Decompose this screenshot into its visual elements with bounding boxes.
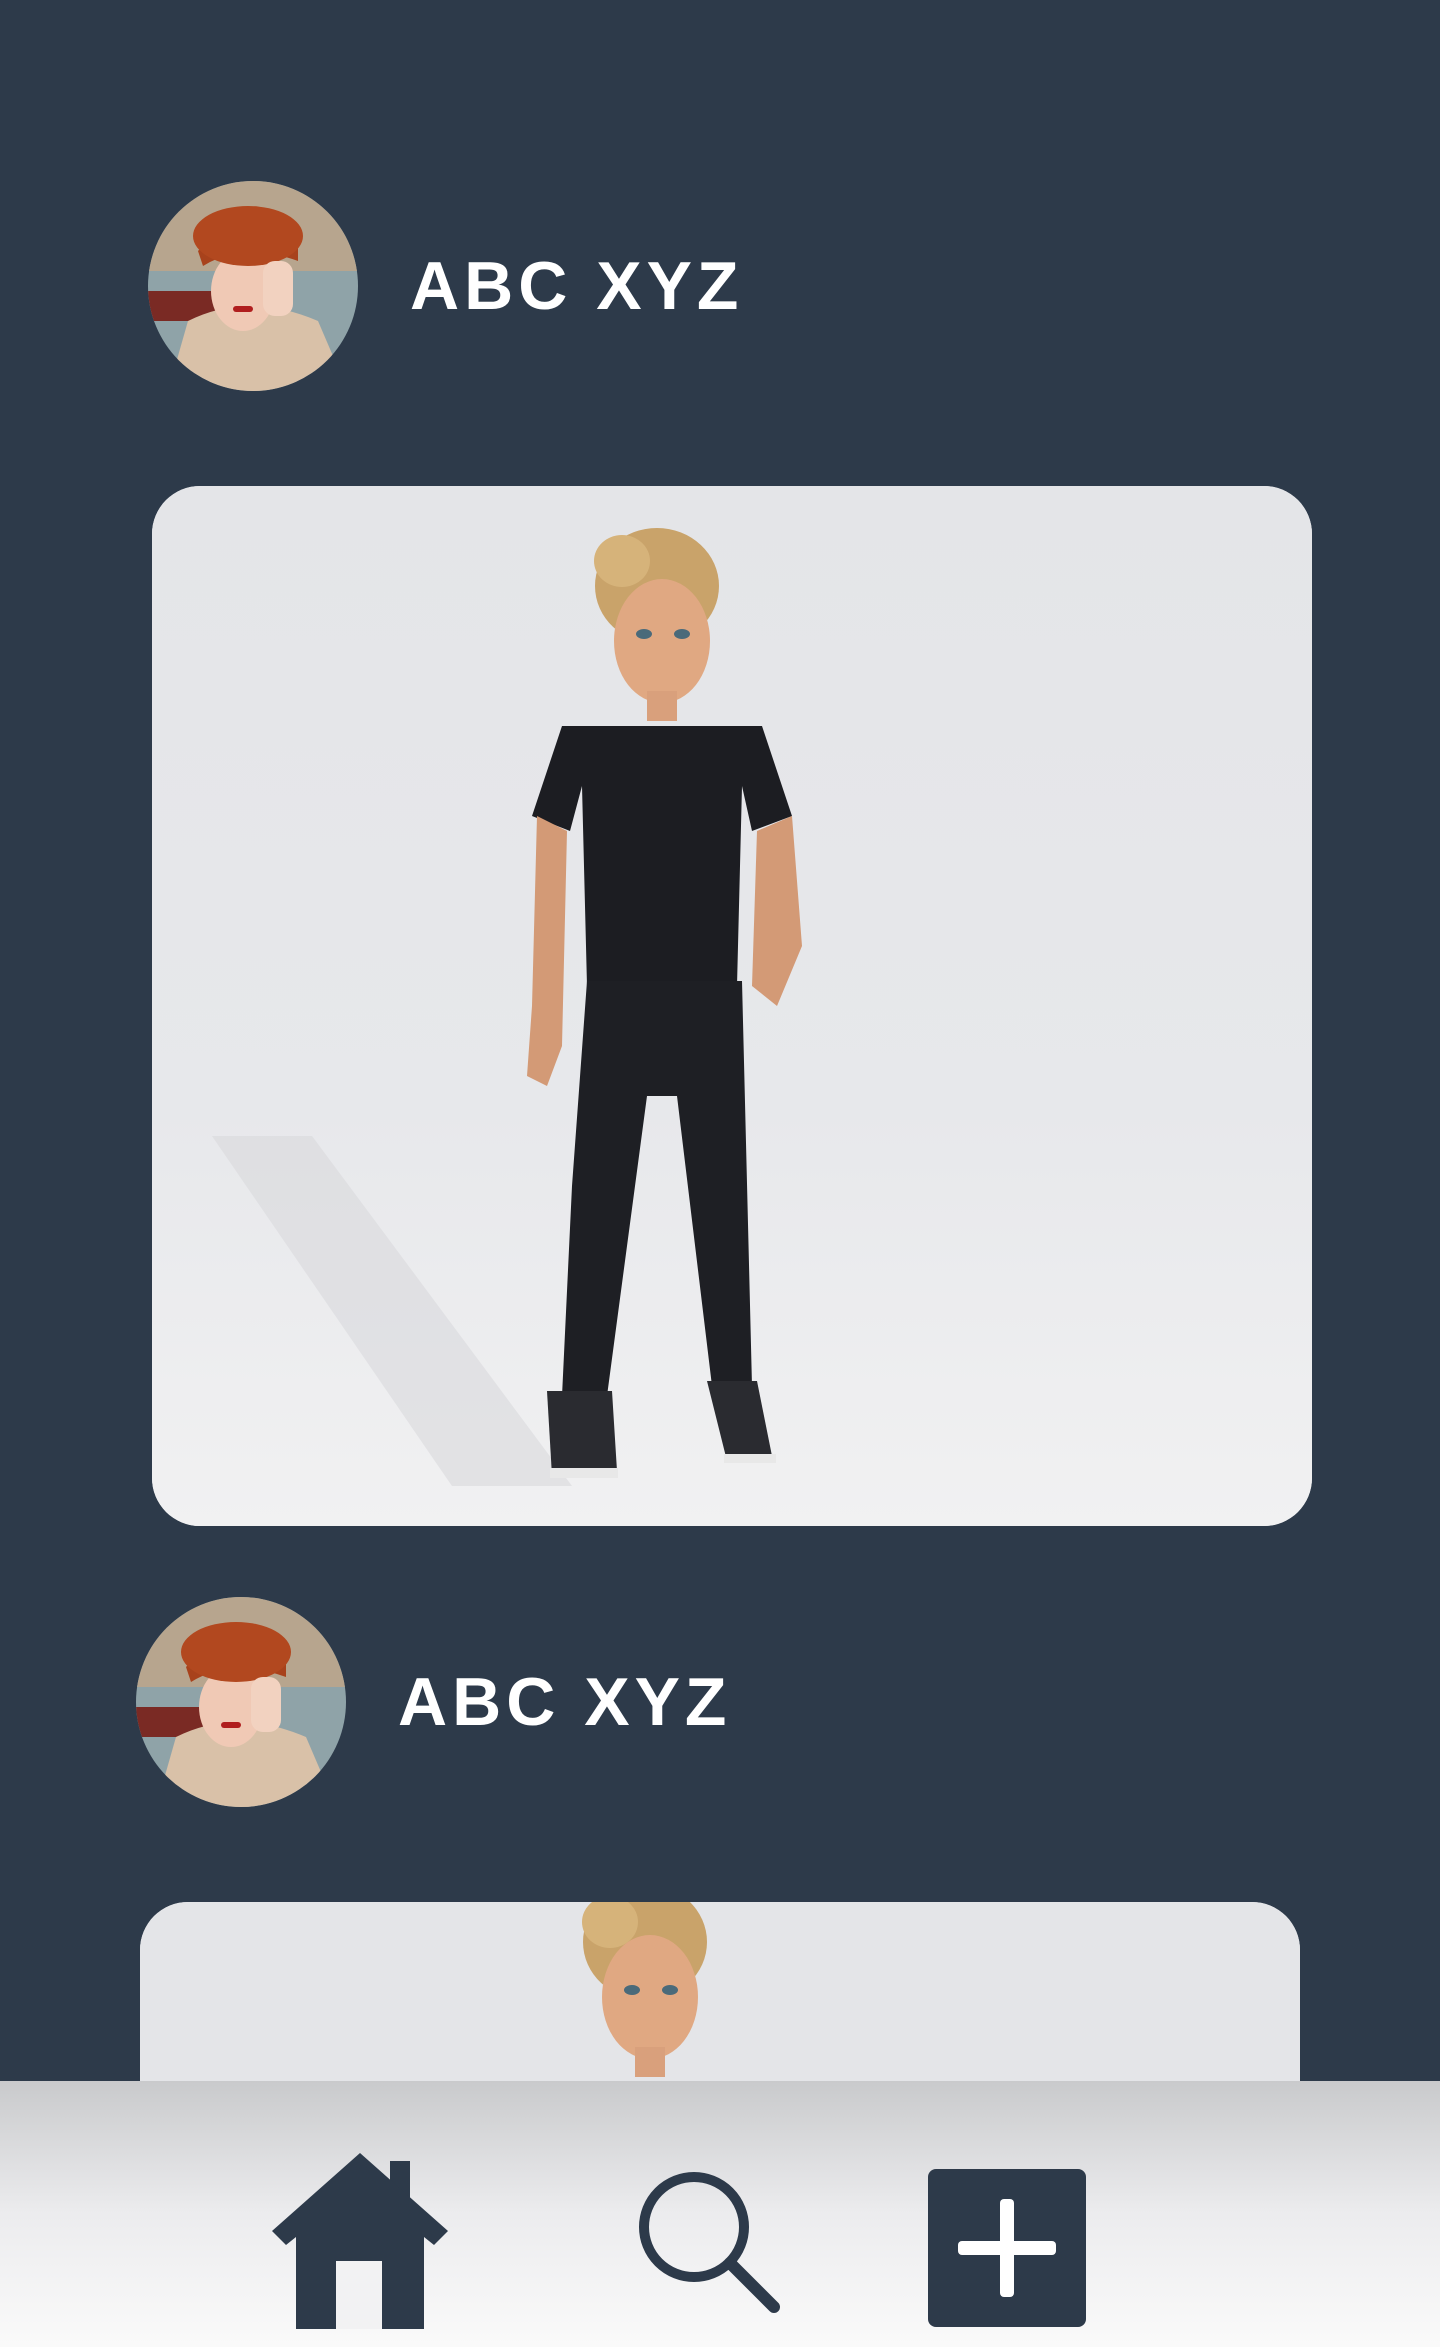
avatar-image xyxy=(148,181,358,391)
bottom-navigation-bar xyxy=(0,2081,1440,2347)
avatar-character-image xyxy=(152,486,1312,1526)
post-image[interactable] xyxy=(152,486,1312,1526)
home-icon xyxy=(272,2153,448,2329)
search-icon xyxy=(639,2172,780,2313)
add-post-button[interactable] xyxy=(928,2169,1086,2327)
post-username[interactable]: ABC XYZ xyxy=(410,247,743,325)
avatar[interactable] xyxy=(136,1597,346,1807)
avatar-image xyxy=(136,1597,346,1807)
feed-screen: ABC XYZ ABC XYZ xyxy=(0,0,1440,2347)
post-header: ABC XYZ xyxy=(148,181,743,391)
search-button[interactable] xyxy=(634,2167,784,2317)
post-username[interactable]: ABC XYZ xyxy=(398,1663,731,1741)
add-post-icon xyxy=(928,2169,1086,2327)
home-button[interactable] xyxy=(272,2153,448,2329)
post-header: ABC XYZ xyxy=(136,1597,731,1807)
avatar[interactable] xyxy=(148,181,358,391)
